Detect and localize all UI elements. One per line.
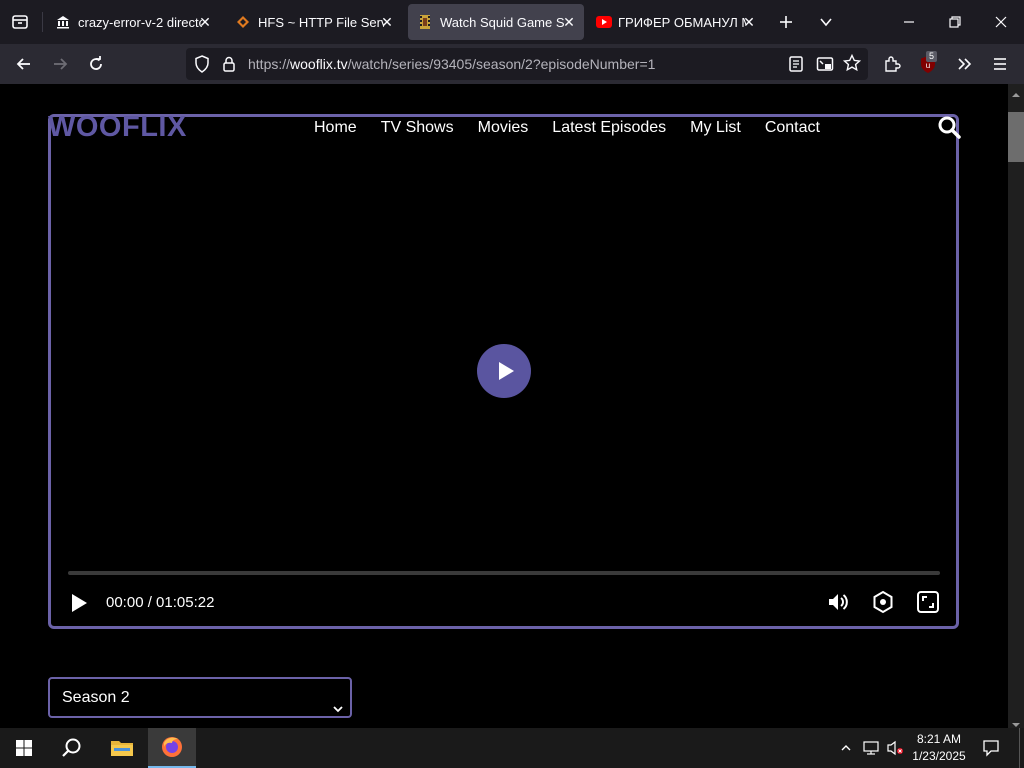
tab-youtube[interactable]: ГРИФЕР ОБМАНУЛ МА ✕ xyxy=(588,4,764,40)
scroll-up-icon[interactable] xyxy=(1011,86,1021,104)
tab-label: Watch Squid Game Sea xyxy=(440,14,564,30)
site-navigation: Home TV Shows Movies Latest Episodes My … xyxy=(314,119,820,137)
network-icon[interactable] xyxy=(862,740,880,761)
reload-icon[interactable] xyxy=(82,50,110,78)
nav-my-list[interactable]: My List xyxy=(690,119,741,137)
nav-home[interactable]: Home xyxy=(314,119,357,137)
settings-icon[interactable] xyxy=(871,590,895,619)
site-logo[interactable]: WOOFLIX xyxy=(48,111,187,144)
close-tab-icon[interactable]: ✕ xyxy=(378,13,396,31)
page-scrollbar[interactable] xyxy=(1008,84,1024,728)
list-all-tabs-icon[interactable] xyxy=(812,8,840,36)
fullscreen-icon[interactable] xyxy=(916,590,940,619)
firefox-taskbar-icon[interactable] xyxy=(148,728,196,768)
nav-latest-episodes[interactable]: Latest Episodes xyxy=(552,119,666,137)
tab-strip: crazy-error-v-2 director ✕ HFS ~ HTTP Fi… xyxy=(0,0,1024,44)
firefox-view-icon[interactable] xyxy=(6,8,34,36)
playback-time: 00:00 / 01:05:22 xyxy=(106,594,215,611)
search-icon[interactable] xyxy=(937,115,961,144)
forward-icon[interactable] xyxy=(46,50,74,78)
svg-text:u: u xyxy=(926,61,930,70)
big-play-button[interactable] xyxy=(477,344,531,398)
new-tab-icon[interactable] xyxy=(772,8,800,36)
chevron-down-icon xyxy=(332,692,344,728)
scroll-thumb[interactable] xyxy=(1008,112,1024,162)
clock-time: 8:21 AM xyxy=(916,732,962,746)
taskbar-clock[interactable]: 8:21 AM 1/23/2025 xyxy=(906,731,972,765)
windows-taskbar: 8:21 AM 1/23/2025 xyxy=(0,728,1024,768)
nav-contact[interactable]: Contact xyxy=(765,119,820,137)
show-desktop-button[interactable] xyxy=(1019,728,1024,768)
season-select[interactable]: Season 2 xyxy=(48,677,352,718)
minimize-icon[interactable] xyxy=(895,8,923,36)
url-prefix: https:// xyxy=(248,56,291,72)
reader-view-icon[interactable] xyxy=(788,55,804,78)
institution-icon xyxy=(56,15,70,29)
ublock-origin-icon[interactable]: u 5 xyxy=(914,50,942,78)
volume-icon[interactable] xyxy=(826,590,850,619)
close-window-icon[interactable] xyxy=(987,8,1015,36)
close-tab-icon[interactable]: ✕ xyxy=(560,13,578,31)
extension-badge: 5 xyxy=(926,51,938,62)
url-text[interactable]: https://wooflix.tv/watch/series/93405/se… xyxy=(248,56,655,72)
page-content: WOOFLIX Home TV Shows Movies Latest Epis… xyxy=(0,84,1008,728)
file-explorer-icon[interactable] xyxy=(98,728,146,768)
more-tools-chevron-icon[interactable] xyxy=(950,50,978,78)
film-strip-icon xyxy=(418,14,432,30)
nav-movies[interactable]: Movies xyxy=(478,119,529,137)
url-path: /watch/series/93405/season/2?episodeNumb… xyxy=(347,56,656,72)
menu-hamburger-icon[interactable] xyxy=(986,50,1014,78)
play-control-icon[interactable] xyxy=(68,592,90,619)
clock-date: 1/23/2025 xyxy=(912,749,966,763)
nav-tv-shows[interactable]: TV Shows xyxy=(381,119,454,137)
picture-in-picture-icon[interactable] xyxy=(816,55,834,78)
restore-icon[interactable] xyxy=(941,8,969,36)
progress-bar[interactable] xyxy=(68,571,940,575)
url-domain: wooflix.tv xyxy=(290,56,348,72)
extensions-puzzle-icon[interactable] xyxy=(878,50,906,78)
tab-squid-game[interactable]: Watch Squid Game Sea ✕ xyxy=(408,4,584,40)
tab-hfs[interactable]: HFS ~ HTTP File Server ✕ xyxy=(226,4,402,40)
back-icon[interactable] xyxy=(10,50,38,78)
close-tab-icon[interactable]: ✕ xyxy=(740,13,758,31)
tab-label: ГРИФЕР ОБМАНУЛ МА xyxy=(618,14,746,30)
hfs-diamond-icon xyxy=(236,15,250,29)
notifications-icon[interactable] xyxy=(982,739,1000,762)
tab-separator xyxy=(42,12,43,32)
tab-label: crazy-error-v-2 director xyxy=(78,14,202,30)
bookmark-star-icon[interactable] xyxy=(842,53,862,77)
close-tab-icon[interactable]: ✕ xyxy=(196,13,214,31)
tab-label: HFS ~ HTTP File Server xyxy=(258,14,384,30)
tab-directory[interactable]: crazy-error-v-2 director ✕ xyxy=(46,4,220,40)
shield-icon[interactable] xyxy=(194,55,210,78)
chevron-up-icon[interactable] xyxy=(840,741,852,759)
play-icon xyxy=(497,361,515,381)
lock-icon[interactable] xyxy=(222,55,236,78)
start-windows-icon[interactable] xyxy=(0,728,48,768)
speaker-muted-icon[interactable] xyxy=(886,740,904,761)
search-taskbar-icon[interactable] xyxy=(48,728,96,768)
youtube-icon xyxy=(596,16,612,28)
navigation-toolbar: https://wooflix.tv/watch/series/93405/se… xyxy=(0,44,1024,84)
season-select-value: Season 2 xyxy=(62,689,130,706)
address-bar[interactable]: https://wooflix.tv/watch/series/93405/se… xyxy=(186,48,868,80)
